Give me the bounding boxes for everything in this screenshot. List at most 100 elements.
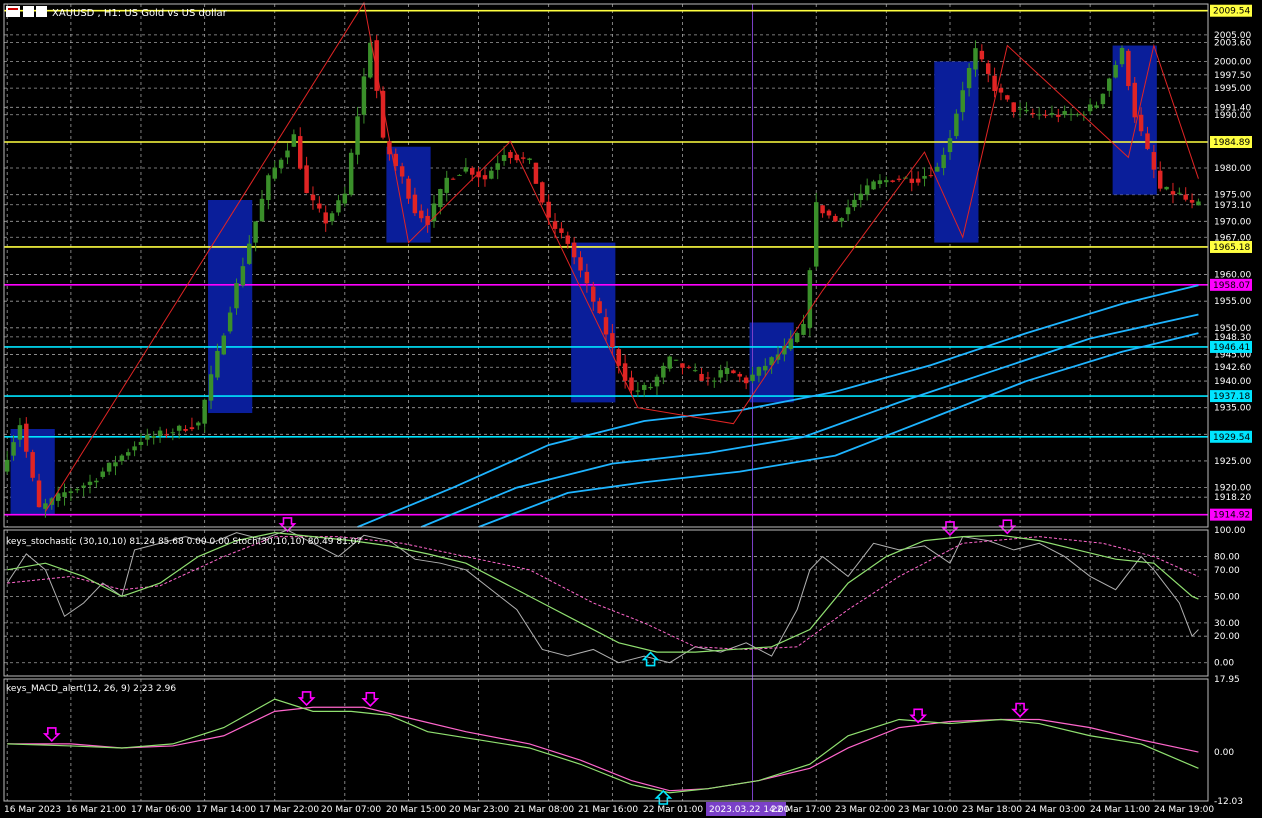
highlight-box (208, 199, 253, 414)
candle-body (119, 455, 125, 461)
candle-body (1138, 114, 1144, 132)
candle-body (973, 48, 978, 70)
candle-body (157, 430, 163, 437)
candle-body (419, 210, 424, 219)
price-level-label: 1958.07 (1213, 281, 1250, 291)
x-tick-label: 17 Mar 14:00 (196, 805, 256, 815)
candle-body (247, 243, 252, 264)
window-icon[interactable] (6, 6, 20, 17)
candle-body (1068, 113, 1074, 115)
y-tick-label: 2000.00 (1214, 58, 1251, 68)
candle-body (151, 435, 156, 438)
candle-body (68, 491, 74, 493)
chart-title: XAUUSD , H1: US Gold vs US dollar (52, 8, 228, 19)
candle-body (310, 194, 316, 201)
candle-body (546, 201, 551, 218)
x-tick-label: 21 Mar 08:00 (514, 805, 574, 815)
candle-body (533, 162, 539, 184)
y-tick-label: 1990.00 (1214, 111, 1251, 121)
price-level-label: 1937.18 (1213, 392, 1250, 402)
candle-body (227, 312, 233, 332)
y-tick-label: 0.00 (1214, 659, 1234, 669)
candle-body (132, 446, 137, 451)
candle-body (412, 194, 418, 214)
candle-body (1075, 114, 1080, 116)
candle-body (737, 373, 743, 377)
candle-body (941, 154, 946, 169)
trading-chart[interactable]: 2005.002003.602000.001997.501995.001991.… (0, 0, 1262, 818)
y-tick-label: 1975.00 (1214, 191, 1251, 201)
candle-body (81, 485, 86, 488)
candle-body (1170, 191, 1176, 195)
candle-body (304, 165, 309, 194)
x-tick-label: 20 Mar 07:00 (321, 805, 381, 815)
candle-body (896, 178, 902, 180)
x-tick-label: 24 Mar 11:00 (1090, 805, 1150, 815)
candle-body (457, 174, 462, 176)
candle-body (266, 175, 271, 200)
candle-body (571, 242, 577, 258)
candle-body (998, 88, 1004, 93)
candle-body (1132, 82, 1137, 118)
candle-body (699, 373, 704, 381)
y-tick-label: -12.03 (1214, 797, 1243, 807)
price-level-label: 1984.89 (1213, 138, 1250, 148)
candle-body (763, 365, 768, 371)
candle-body (170, 432, 176, 434)
candle-body (871, 181, 876, 190)
sell-icon[interactable] (36, 6, 47, 17)
x-tick-label: 22 Mar 01:00 (643, 805, 703, 815)
candle-body (399, 166, 405, 177)
window-icon-bar (8, 8, 18, 10)
candle-body (801, 323, 806, 335)
y-tick-label: 1980.00 (1214, 164, 1251, 174)
candle-body (1164, 186, 1169, 190)
candle-body (610, 333, 615, 348)
y-tick-label: 100.00 (1214, 526, 1246, 536)
candle-body (845, 207, 851, 215)
candle-body (489, 170, 494, 179)
highlight-box (571, 242, 616, 403)
buy-icon[interactable] (23, 6, 34, 17)
candle-body (890, 180, 895, 182)
candle-body (680, 363, 685, 368)
y-tick-label: 1940.00 (1214, 377, 1251, 387)
candle-body (960, 90, 965, 113)
candle-body (540, 182, 545, 203)
candle-body (954, 113, 959, 137)
y-tick-label: 1997.50 (1214, 71, 1251, 81)
candle-body (482, 175, 488, 180)
y-tick-label: 80.00 (1214, 553, 1240, 563)
candle-body (928, 175, 934, 177)
candle-body (106, 462, 112, 472)
candle-body (731, 370, 736, 374)
y-tick-label: 17.95 (1214, 675, 1240, 685)
candle-body (4, 459, 10, 472)
x-tick-label: 23 Mar 18:00 (962, 805, 1022, 815)
candle-body (113, 462, 118, 467)
candle-body (1087, 104, 1093, 112)
candle-body (909, 178, 915, 183)
candle-body (686, 366, 692, 368)
stochastic-title: keys_stochastic (30,10,10) 81.24 85.68 0… (6, 537, 362, 547)
candle-body (1189, 199, 1195, 203)
candle-body (947, 138, 953, 153)
y-tick-label: 1995.00 (1214, 84, 1251, 94)
candle-body (17, 425, 23, 440)
candle-body (189, 427, 195, 430)
candle-body (1094, 105, 1099, 108)
highlight-box (934, 61, 979, 243)
price-level-label: 1965.18 (1213, 243, 1250, 253)
candle-body (584, 271, 590, 284)
x-tick-label: 21 Mar 16:00 (578, 805, 638, 815)
candle-body (11, 442, 16, 456)
candle-body (667, 356, 672, 369)
candle-body (125, 452, 131, 456)
candle-body (820, 205, 825, 214)
candle-body (578, 257, 583, 271)
candle-body (62, 492, 67, 497)
y-tick-label: 1955.00 (1214, 297, 1251, 307)
candle-body (87, 481, 93, 485)
candle-body (202, 399, 207, 424)
candle-body (342, 193, 348, 204)
